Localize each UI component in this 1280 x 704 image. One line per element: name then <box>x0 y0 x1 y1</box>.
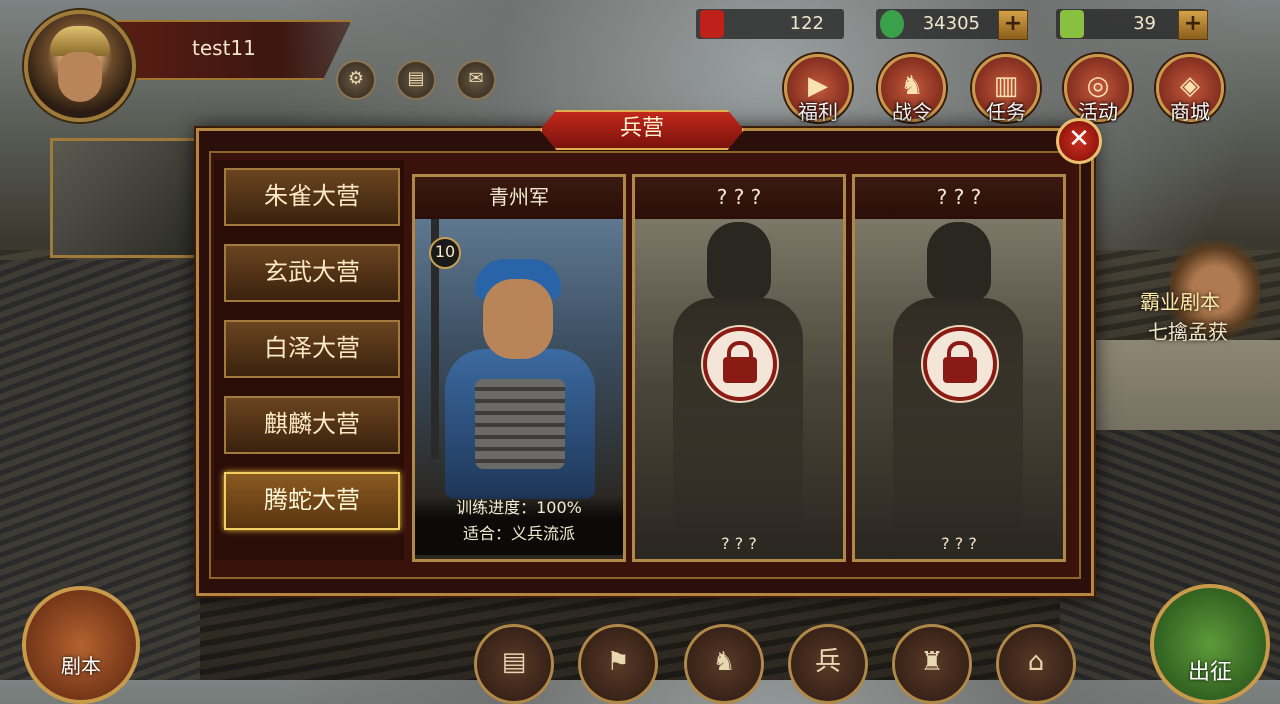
currency-red-envelope: 122 <box>696 9 844 39</box>
troop-fit: 适合：义兵流派 <box>462 524 575 543</box>
menu-welfare[interactable]: ▶ 福利 <box>778 54 858 124</box>
player-namebar: test11 <box>110 20 352 80</box>
menu-shop[interactable]: ◈ 商城 <box>1150 54 1230 124</box>
menu-quests[interactable]: ▥ 任务 <box>966 54 1046 124</box>
menu-label: 任务 <box>986 100 1026 124</box>
face-icon <box>58 52 102 102</box>
menu-label: 商城 <box>1170 100 1210 124</box>
tab-tengshe[interactable]: 腾蛇大营 <box>224 472 400 530</box>
menu-battle-pass[interactable]: ♞ 战令 <box>872 54 952 124</box>
story-video-thumbnail[interactable] <box>50 138 206 258</box>
tab-qilin[interactable]: 麒麟大营 <box>224 396 400 454</box>
player-name: test11 <box>192 36 256 60</box>
red-envelope-icon <box>700 10 724 38</box>
menu-label: 福利 <box>798 100 838 124</box>
lock-icon <box>923 327 997 401</box>
chat-icon[interactable]: ▤ <box>396 60 436 100</box>
promo-subtitle: 七擒孟获 <box>1148 320 1228 344</box>
troop-name: ? ? ? <box>635 177 843 219</box>
troop-name: ? ? ? <box>855 177 1063 219</box>
add-jade-button[interactable]: + <box>998 10 1028 40</box>
tab-zhuque[interactable]: 朱雀大营 <box>224 168 400 226</box>
close-button[interactable]: ✕ <box>1056 118 1102 164</box>
soldier-face <box>483 279 553 359</box>
settings-gear-icon[interactable]: ⚙ <box>336 60 376 100</box>
lock-icon <box>703 327 777 401</box>
menu-label: 战令 <box>892 100 932 124</box>
palace-icon[interactable]: ⌂ <box>996 624 1076 704</box>
currency-value: 122 <box>789 13 824 34</box>
script-button[interactable]: 剧本 <box>22 586 140 704</box>
troop-footer: ? ? ? <box>941 534 977 553</box>
troop-name: 青州军 <box>415 177 623 219</box>
tab-baize[interactable]: 白泽大营 <box>224 320 400 378</box>
troop-info: 训练进度：100% 适合：义兵流派 <box>415 495 623 555</box>
mail-icon[interactable]: ✉ <box>456 60 496 100</box>
currency-value: 34305 <box>922 13 980 34</box>
bamboo-token-icon <box>1060 10 1084 38</box>
armor-plates <box>475 379 565 469</box>
general-icon[interactable]: ♜ <box>892 624 972 704</box>
flag-icon[interactable]: ⚑ <box>578 624 658 704</box>
horse-icon[interactable]: ♞ <box>684 624 764 704</box>
player-avatar[interactable] <box>24 10 136 122</box>
menu-events[interactable]: ◎ 活动 <box>1058 54 1138 124</box>
tab-xuanwu[interactable]: 玄武大营 <box>224 244 400 302</box>
camp-tab-list: 朱雀大营 玄武大营 白泽大营 麒麟大营 腾蛇大营 <box>214 160 404 560</box>
barracks-icon[interactable]: 兵 <box>788 624 868 704</box>
troop-card-locked[interactable]: ? ? ? ? ? ? <box>852 174 1066 562</box>
script-label: 剧本 <box>61 654 101 678</box>
training-progress: 训练进度：100% <box>456 498 582 517</box>
campaign-promo[interactable]: 霸业剧本 七擒孟获 <box>1070 230 1260 360</box>
promo-title: 霸业剧本 <box>1140 290 1220 314</box>
troop-footer: ? ? ? <box>721 534 757 553</box>
deploy-button[interactable]: 出征 <box>1150 584 1270 704</box>
book-icon[interactable]: ▤ <box>474 624 554 704</box>
currency-value: 39 <box>1133 13 1156 34</box>
add-bamboo-token-button[interactable]: + <box>1178 10 1208 40</box>
deploy-label: 出征 <box>1187 660 1232 685</box>
troop-card-qingzhou[interactable]: 青州军 10 训练进度：100% 适合：义兵流派 <box>412 174 626 562</box>
troop-card-locked[interactable]: ? ? ? ? ? ? <box>632 174 846 562</box>
modal-title: 兵营 <box>540 110 744 150</box>
troop-level-badge: 10 <box>429 237 461 269</box>
jade-icon <box>880 10 904 38</box>
